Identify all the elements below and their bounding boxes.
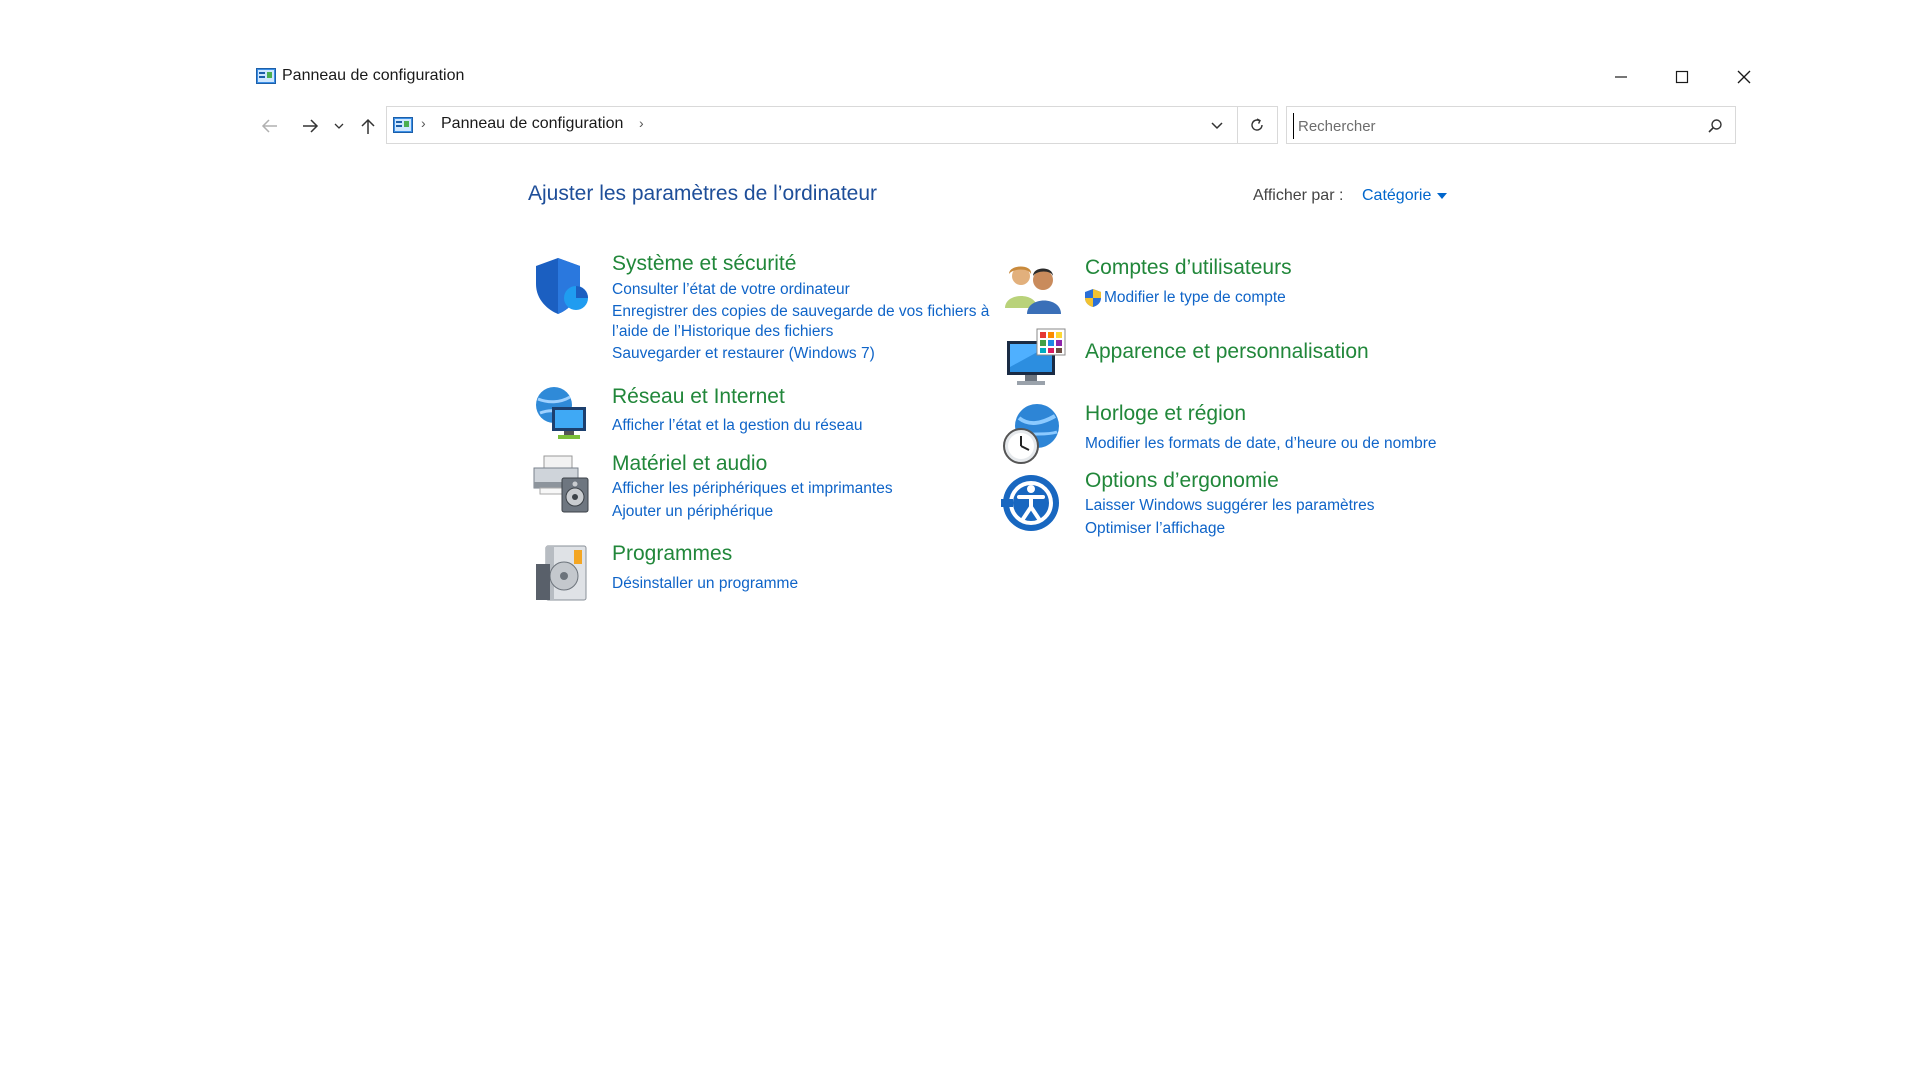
window-title: Panneau de configuration xyxy=(282,67,465,84)
security-shield-icon[interactable] xyxy=(530,254,594,318)
programs-disc-icon[interactable] xyxy=(532,542,596,606)
minimize-icon xyxy=(1615,76,1627,78)
category-title[interactable]: Options d’ergonomie xyxy=(1085,469,1279,493)
refresh-button[interactable] xyxy=(1243,113,1271,137)
title-bar: Panneau de configuration xyxy=(256,60,1751,94)
category-title[interactable]: Système et sécurité xyxy=(612,252,796,276)
category-link[interactable]: Laisser Windows suggérer les paramètres xyxy=(1085,496,1374,516)
chevron-down-icon xyxy=(1211,122,1223,130)
category-title[interactable]: Horloge et région xyxy=(1085,402,1246,426)
view-by-label: Afficher par : xyxy=(1253,187,1344,204)
category-link[interactable]: Modifier le type de compte xyxy=(1104,288,1286,308)
page-heading: Ajuster les paramètres de l’ordinateur xyxy=(528,182,878,205)
category-link[interactable]: Afficher l’état et la gestion du réseau xyxy=(612,416,862,436)
category-link[interactable]: Optimiser l’affichage xyxy=(1085,519,1225,539)
close-button[interactable] xyxy=(1721,60,1767,94)
arrow-left-icon xyxy=(261,119,277,133)
network-globe-icon[interactable] xyxy=(530,381,594,445)
close-icon xyxy=(1737,70,1751,84)
search-box[interactable] xyxy=(1286,106,1736,144)
magnifier-icon xyxy=(1708,119,1722,133)
category-title[interactable]: Programmes xyxy=(612,542,732,566)
printer-speaker-icon[interactable] xyxy=(530,452,594,516)
breadcrumb-item[interactable]: Panneau de configuration xyxy=(441,115,623,133)
control-panel-window: Panneau de configuration › Panneau de co… xyxy=(0,0,1920,1080)
users-icon[interactable] xyxy=(1003,262,1063,314)
category-link[interactable]: Consulter l’état de votre ordinateur xyxy=(612,280,850,300)
category-link[interactable]: Ajouter un périphérique xyxy=(612,502,773,522)
clock-globe-icon[interactable] xyxy=(1001,402,1065,466)
control-panel-icon xyxy=(393,117,413,133)
category-link[interactable]: Enregistrer des copies de sauvegarde de … xyxy=(612,302,1002,342)
arrow-up-icon xyxy=(361,118,375,134)
ease-of-access-icon[interactable] xyxy=(1001,473,1061,533)
view-by-value[interactable]: Catégorie xyxy=(1362,187,1431,205)
breadcrumb-separator[interactable]: › xyxy=(639,115,644,131)
category-title[interactable]: Réseau et Internet xyxy=(612,385,785,409)
category-title[interactable]: Matériel et audio xyxy=(612,452,767,476)
view-by-dropdown[interactable]: Catégorie xyxy=(1362,187,1448,205)
breadcrumb-separator[interactable]: › xyxy=(421,115,426,131)
appearance-monitor-icon[interactable] xyxy=(1003,327,1067,391)
category-title[interactable]: Apparence et personnalisation xyxy=(1085,340,1369,364)
forward-button[interactable] xyxy=(296,112,324,140)
refresh-icon xyxy=(1251,118,1263,131)
back-button[interactable] xyxy=(256,112,284,140)
recent-locations-button[interactable] xyxy=(330,112,348,140)
uac-shield-icon xyxy=(1085,289,1101,307)
address-divider xyxy=(1237,107,1238,143)
category-link[interactable]: Désinstaller un programme xyxy=(612,574,798,594)
category-link[interactable]: Afficher les périphériques et imprimante… xyxy=(612,479,893,499)
maximize-button[interactable] xyxy=(1659,60,1705,94)
address-bar[interactable]: › Panneau de configuration › xyxy=(386,106,1278,144)
search-icon[interactable] xyxy=(1705,116,1725,136)
category-title[interactable]: Comptes d’utilisateurs xyxy=(1085,256,1292,280)
arrow-right-icon xyxy=(303,119,319,133)
minimize-button[interactable] xyxy=(1598,60,1644,94)
up-button[interactable] xyxy=(354,112,382,140)
maximize-icon xyxy=(1675,70,1689,84)
control-panel-icon xyxy=(256,68,276,84)
search-input[interactable] xyxy=(1293,113,1700,139)
navigation-bar: › Panneau de configuration › xyxy=(256,106,1736,146)
chevron-down-icon xyxy=(334,123,344,129)
category-link[interactable]: Sauvegarder et restaurer (Windows 7) xyxy=(612,344,875,364)
address-history-button[interactable] xyxy=(1205,115,1229,137)
category-link[interactable]: Modifier les formats de date, d’heure ou… xyxy=(1085,434,1437,454)
caret-down-icon xyxy=(1437,193,1448,199)
